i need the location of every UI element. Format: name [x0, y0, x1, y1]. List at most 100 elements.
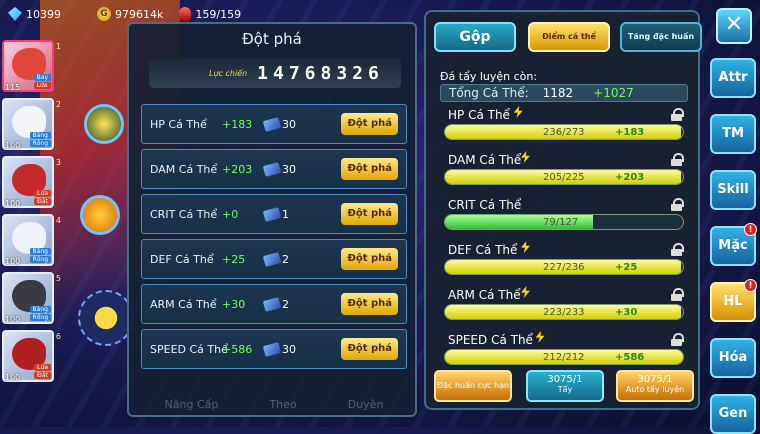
breakthrough-button[interactable]: Đột phá [341, 248, 398, 270]
pet-slot-number: 5 [55, 274, 61, 283]
team-pet-slot[interactable]: 100 6 Lửa Đất [2, 330, 61, 382]
pet-slot-number: 3 [55, 158, 61, 167]
lock-icon[interactable] [671, 288, 684, 301]
total-add: +1027 [593, 86, 634, 100]
ticket-cost: 2 [282, 297, 289, 311]
tab-special-training[interactable]: Tăng đặc huấn [620, 22, 702, 52]
stat-progress-text: 79/127 [445, 215, 683, 229]
stat-name: SPEED Cá Thể [448, 333, 533, 347]
auto-reroll-button[interactable]: 3075/1 Auto tẩy luyện [616, 370, 694, 402]
tab-individual-points[interactable]: Điểm cá thể [528, 22, 610, 52]
bag-icon-button[interactable] [80, 195, 120, 235]
stat-bonus: +30 [222, 297, 246, 311]
pet-level: 100 [5, 199, 21, 208]
gem-icon [8, 7, 22, 21]
stamina-counter: 159/159 [179, 7, 241, 21]
stat-add: +183 [615, 127, 645, 138]
stat-add: +586 [615, 352, 645, 363]
tab-bar: Gộp Điểm cá thể Tăng đặc huấn [434, 22, 702, 52]
lock-icon[interactable] [671, 243, 684, 256]
team-pet-slot[interactable]: 100 3 Lửa Đất [2, 156, 61, 208]
menu-attr-button[interactable]: Attr [710, 58, 756, 98]
menu-hóa-button[interactable]: Hóa [710, 338, 756, 378]
reroll-button[interactable]: 3075/1 Tẩy [526, 370, 604, 402]
gem-value: 10399 [26, 7, 61, 21]
lock-icon[interactable] [671, 153, 684, 166]
pet-type-tags: Lửa Đất [34, 190, 51, 205]
stat-add: +203 [615, 172, 645, 183]
stat-name: CRIT Cá Thể [448, 198, 522, 212]
evolve-icon-button[interactable] [84, 104, 124, 144]
faded-menu-item: Theo [269, 398, 297, 411]
total-stats-bar: Tổng Cá Thể: 1182 +1027 [440, 84, 688, 102]
breakthrough-rows: HP Cá Thể +183 30 Đột phá DAM Cá Thể +203 30 Độ… [141, 104, 407, 374]
menu-hl-button[interactable]: HL! [710, 279, 757, 322]
breakthrough-button[interactable]: Đột phá [341, 158, 398, 180]
stat-bonus: +183 [222, 117, 253, 131]
total-label: Tổng Cá Thể: [449, 86, 529, 100]
ticket-icon [262, 161, 282, 177]
extreme-training-button[interactable]: Đặc huấn cực hạn [434, 370, 512, 402]
lock-icon[interactable] [671, 198, 684, 211]
pet-type-tag: Lửa [34, 364, 51, 371]
breakthrough-row: DAM Cá Thể +203 30 Đột phá [141, 149, 407, 189]
ticket-icon [262, 296, 282, 312]
ticket-icon [262, 251, 282, 267]
faded-menu-item: Duyên [347, 398, 384, 411]
lock-icon[interactable] [671, 333, 684, 346]
stat-name: DAM Cá Thể [150, 162, 218, 176]
stat-name: DEF Cá Thể [448, 243, 518, 257]
lightning-icon [521, 286, 530, 298]
ticket-cost: 30 [282, 117, 296, 131]
breakthrough-row: SPEED Cá Thể +586 30 Đột phá [141, 329, 407, 369]
pet-type-tag: Đất [34, 372, 51, 379]
close-button[interactable]: ✕ [716, 8, 752, 44]
menu-gen-button[interactable]: Gen [710, 394, 756, 434]
combat-power-label: Lực chiến [209, 68, 248, 78]
stat-row: DAM Cá Thể 205/225 +203 [440, 151, 690, 196]
pet-type-tag: Rồng [29, 140, 51, 147]
tab-merge[interactable]: Gộp [434, 22, 516, 52]
stat-progress-text: 212/212 +586 [445, 350, 683, 364]
gem-counter: 10399 [8, 7, 61, 21]
element-wheel-icon[interactable] [78, 290, 134, 346]
team-pet-slot[interactable]: 100 5 Băng Rồng [2, 272, 61, 324]
pet-type-tag: Rồng [29, 256, 51, 263]
stat-add: +25 [615, 262, 638, 273]
ticket-icon [262, 206, 282, 222]
breakthrough-panel: Đột phá Lực chiến 14768326 HP Cá Thể +183… [127, 22, 417, 417]
pet-slot-number: 6 [55, 332, 61, 341]
total-value: 1182 [542, 86, 574, 100]
notification-badge: ! [744, 279, 757, 292]
stat-progress-bar: 236/273 +183 [444, 124, 684, 140]
auto-reroll-count: 3075/1 [637, 374, 673, 385]
breakthrough-button[interactable]: Đột phá [341, 113, 398, 135]
pet-type-tag: Băng [29, 132, 51, 139]
breakthrough-button[interactable]: Đột phá [341, 338, 398, 360]
team-pet-slot[interactable]: 115 1 Bay Lửa [2, 40, 61, 92]
lightning-icon [521, 241, 530, 253]
stat-progress-text: 205/225 +203 [445, 170, 683, 184]
stat-list: HP Cá Thể 236/273 +183 DAM Cá Thể 205/225 +20… [440, 106, 690, 376]
ticket-icon [262, 341, 282, 357]
reroll-label: Tẩy [557, 385, 573, 394]
breakthrough-button[interactable]: Đột phá [341, 293, 398, 315]
gold-value: 979614k [115, 7, 164, 21]
menu-mặc-button[interactable]: Mặc! [710, 223, 757, 266]
pet-level: 100 [5, 315, 21, 324]
stat-name: ARM Cá Thể [448, 288, 521, 302]
lock-icon[interactable] [671, 108, 684, 121]
potion-icon [179, 7, 192, 21]
menu-skill-button[interactable]: Skill [710, 170, 756, 210]
pet-type-tag: Băng [29, 248, 51, 255]
stat-current: 223/233 [543, 307, 585, 318]
breakthrough-button[interactable]: Đột phá [341, 203, 398, 225]
lightning-icon [513, 106, 523, 118]
stat-name: CRIT Cá Thể [150, 207, 218, 221]
team-pet-slot[interactable]: 100 4 Băng Rồng [2, 214, 61, 266]
stat-row: ARM Cá Thể 223/233 +30 [440, 286, 690, 331]
menu-tm-button[interactable]: TM [710, 114, 756, 154]
team-pet-slot[interactable]: 100 2 Băng Rồng [2, 98, 61, 150]
pet-type-tags: Lửa Đất [34, 364, 51, 379]
stat-add: +30 [615, 307, 638, 318]
